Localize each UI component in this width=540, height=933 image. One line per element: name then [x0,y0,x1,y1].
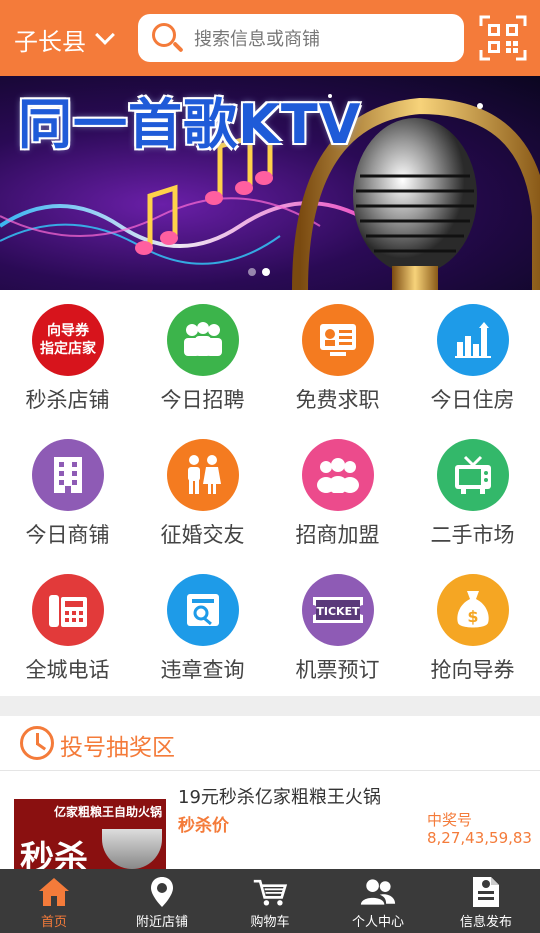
category-shops[interactable]: 今日商铺 [0,425,135,560]
top-bar: 子长县 搜索信息或商铺 [0,0,540,76]
lottery-deal-item[interactable]: 亿家粗粮王自助火锅 秒杀 19元秒杀亿家粗粮王火锅 秒杀价 中奖号 8,27,4… [0,770,540,881]
category-label: 违章查询 [160,658,245,682]
carousel-dots [248,268,270,276]
category-label: 免费求职 [295,388,380,412]
badge-line-1: 向导券 [47,323,89,339]
category-dating[interactable]: 征婚交友 [135,425,270,560]
category-label: 征婚交友 [160,523,245,547]
svg-text:$: $ [467,607,478,626]
carousel-dot[interactable] [248,268,256,276]
office-building-icon [32,439,104,511]
winning-label: 中奖号 [427,811,473,829]
search-input[interactable]: 搜索信息或商铺 [194,25,320,51]
couple-icon [167,439,239,511]
telephone-icon [32,574,104,646]
search-icon [150,21,184,55]
resume-icon [302,304,374,376]
category-miaosha[interactable]: 向导券 指定店家 秒杀店铺 [0,290,135,425]
lottery-title: 投号抽奖区 [60,735,175,761]
city-selector[interactable]: 子长县 [14,22,115,56]
category-label: 今日招聘 [160,388,245,412]
category-label: 今日商铺 [25,523,110,547]
promo-banner[interactable]: 同一首歌KTV [0,76,540,290]
ticket-icon: TICKET [302,574,374,646]
category-label: 抢向导券 [430,658,515,682]
section-divider [0,696,540,716]
buildings-icon [437,304,509,376]
tab-label: 首页 [40,915,67,930]
category-flights[interactable]: TICKET 机票预订 [270,560,405,695]
ticket-label: TICKET [316,605,360,618]
hotpot-image [102,829,162,869]
people-group-icon [167,304,239,376]
category-label: 今日住房 [430,388,515,412]
tab-publish[interactable]: 信息发布 [432,869,540,933]
publish-icon [468,875,504,909]
category-label: 秒杀店铺 [25,388,110,412]
category-violation[interactable]: 违章查询 [135,560,270,695]
badge-line-2: 指定店家 [40,341,96,357]
carousel-dot-active[interactable] [262,268,270,276]
search-box[interactable]: 搜索信息或商铺 [138,14,464,62]
category-jobseek[interactable]: 免费求职 [270,290,405,425]
winning-numbers: 8,27,43,59,83 [427,829,532,847]
city-label: 子长县 [14,27,86,56]
category-phonebook[interactable]: 全城电话 [0,560,135,695]
home-icon [36,875,72,909]
banner-title: 同一首歌KTV [18,93,362,156]
tab-cart[interactable]: 购物车 [216,869,324,933]
deal-price-label: 秒杀价 [178,816,229,836]
lottery-section-header: 投号抽奖区 [0,716,540,770]
user-icon [360,875,396,909]
category-franchise[interactable]: 招商加盟 [270,425,405,560]
tab-label: 附近店铺 [135,915,188,930]
category-grid: 向导券 指定店家 秒杀店铺 今日招聘 免费求职 今日住房 今日商铺 征婚交友 招… [0,290,540,696]
thumb-title: 亿家粗粮王自助火锅 [54,805,163,819]
tab-label: 购物车 [250,915,290,930]
clock-icon [20,726,54,760]
team-icon [302,439,374,511]
category-label: 全城电话 [25,658,110,682]
location-pin-icon [144,875,180,909]
deal-name: 19元秒杀亿家粗粮王火锅 [178,787,381,808]
category-secondhand[interactable]: 二手市场 [405,425,540,560]
category-label: 机票预订 [295,658,380,682]
chevron-down-icon [95,25,115,45]
category-label: 二手市场 [430,523,515,547]
category-grab-voucher[interactable]: $ 抢向导券 [405,560,540,695]
tv-icon [437,439,509,511]
cart-icon [252,875,288,909]
tab-home[interactable]: 首页 [0,869,108,933]
bottom-tab-bar: 首页 附近店铺 购物车 个人中心 信息发布 [0,869,540,933]
tab-label: 个人中心 [351,915,404,930]
tab-profile[interactable]: 个人中心 [324,869,432,933]
category-jobs[interactable]: 今日招聘 [135,290,270,425]
document-search-icon [167,574,239,646]
qr-scan-icon[interactable] [478,14,528,62]
tab-nearby[interactable]: 附近店铺 [108,869,216,933]
voucher-store-icon: 向导券 指定店家 [32,304,104,376]
tab-label: 信息发布 [459,915,512,930]
category-label: 招商加盟 [295,523,380,547]
category-housing[interactable]: 今日住房 [405,290,540,425]
money-bag-icon: $ [437,574,509,646]
